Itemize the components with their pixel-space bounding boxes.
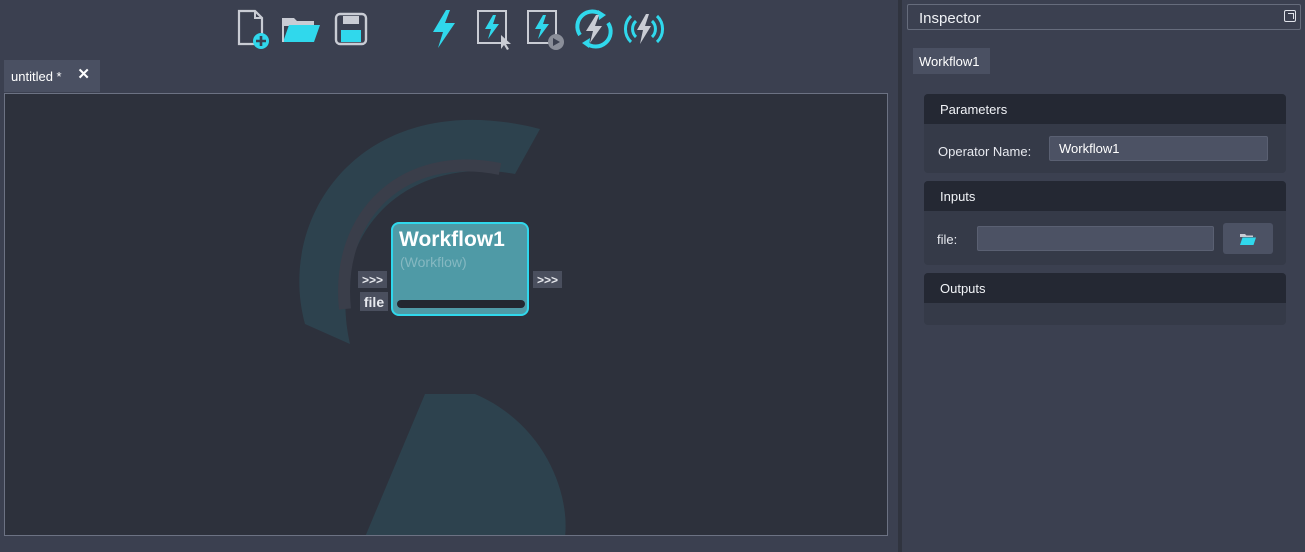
lightning-cursor-icon (477, 10, 511, 50)
workflow-canvas[interactable]: >>> file Workflow1 (Workflow) >>> (4, 93, 888, 536)
lightning-cycle-icon (575, 9, 613, 49)
save-icon (334, 12, 368, 46)
run-button[interactable] (422, 6, 466, 52)
tab-label: untitled * (11, 68, 62, 84)
open-folder-button[interactable] (279, 6, 323, 52)
lightning-icon (433, 10, 455, 48)
output-port[interactable]: >>> (533, 271, 562, 288)
inputs-heading[interactable]: Inputs (924, 181, 1286, 211)
float-panel-icon[interactable] (1284, 10, 1296, 22)
run-selected-button[interactable] (472, 6, 516, 52)
new-file-icon (237, 9, 269, 49)
file-path-input[interactable] (977, 226, 1214, 251)
new-file-button[interactable] (229, 6, 273, 52)
open-folder-icon (282, 18, 320, 42)
inspector-tab[interactable]: Workflow1 (913, 48, 990, 74)
open-folder-icon (1240, 233, 1256, 245)
lightning-play-icon (527, 10, 564, 50)
inspector-title: Inspector (919, 10, 981, 27)
node-type: (Workflow) (400, 254, 467, 270)
lightning-signal-icon (624, 14, 664, 44)
inputs-section: Inputs file: (924, 181, 1286, 265)
run-broadcast-button[interactable] (622, 6, 666, 52)
operator-name-label: Operator Name: (938, 144, 1032, 159)
run-play-button[interactable] (522, 6, 566, 52)
input-port[interactable]: >>> (358, 271, 387, 288)
node-progress-bar (397, 300, 525, 308)
panel-splitter[interactable] (898, 0, 902, 552)
parameters-heading[interactable]: Parameters (924, 94, 1286, 124)
toolbar (0, 0, 898, 58)
close-icon[interactable]: ✕ (77, 67, 90, 83)
outputs-section: Outputs (924, 273, 1286, 325)
workflow-node[interactable]: Workflow1 (Workflow) (391, 222, 529, 316)
tab-untitled[interactable]: untitled * ✕ (4, 60, 100, 92)
operator-name-input[interactable]: Workflow1 (1049, 136, 1268, 161)
inspector-header: Inspector (907, 4, 1301, 30)
node-title: Workflow1 (399, 228, 505, 251)
outputs-heading[interactable]: Outputs (924, 273, 1286, 303)
file-label: file: (937, 232, 958, 247)
run-loop-button[interactable] (572, 6, 616, 52)
parameters-section: Parameters Operator Name: Workflow1 (924, 94, 1286, 173)
browse-file-button[interactable] (1223, 223, 1273, 254)
save-button[interactable] (329, 6, 373, 52)
input-port-label: file (360, 292, 388, 311)
